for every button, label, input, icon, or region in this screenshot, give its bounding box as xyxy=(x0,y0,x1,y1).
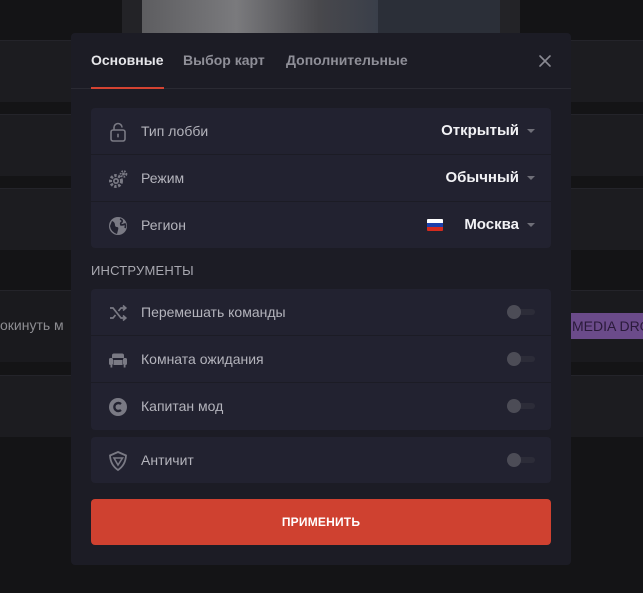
toggle-knob xyxy=(507,399,521,413)
tab-additional[interactable]: Дополнительные xyxy=(286,52,408,89)
tools-section-title: ИНСТРУМЕНТЫ xyxy=(91,263,194,278)
setting-label: Тип лобби xyxy=(141,123,209,139)
tool-waiting-room: Комната ожидания xyxy=(91,336,551,383)
lobby-settings-modal: Основные Выбор карт Дополнительные Тип л… xyxy=(71,33,571,565)
captain-mode-toggle[interactable] xyxy=(507,399,535,413)
tool-captain-mode: Капитан мод xyxy=(91,383,551,430)
setting-label: Регион xyxy=(141,217,186,233)
tool-label: Античит xyxy=(141,452,194,468)
russia-flag-icon xyxy=(427,219,443,231)
chevron-down-icon[interactable] xyxy=(527,223,535,227)
main-settings-section: Тип лобби Открытый Режим Обычный Регион … xyxy=(91,108,551,248)
setting-region[interactable]: Регион Москва xyxy=(91,202,551,249)
globe-icon xyxy=(107,215,129,237)
modal-header: Основные Выбор карт Дополнительные xyxy=(71,33,571,89)
toggle-knob xyxy=(507,453,521,467)
close-icon xyxy=(539,55,551,67)
shuffle-teams-toggle[interactable] xyxy=(507,305,535,319)
gears-icon xyxy=(107,168,129,190)
shield-icon xyxy=(107,450,129,472)
tab-map-selection[interactable]: Выбор карт xyxy=(183,52,265,89)
tool-label: Комната ожидания xyxy=(141,351,264,367)
sofa-icon xyxy=(107,349,129,371)
waiting-room-toggle[interactable] xyxy=(507,352,535,366)
tools-section: Перемешать команды Комната ожидания Капи… xyxy=(91,289,551,430)
captain-icon xyxy=(107,396,129,418)
setting-value[interactable]: Обычный xyxy=(445,169,519,186)
lock-icon xyxy=(107,121,129,143)
background-media-badge: MEDIA DRO xyxy=(568,313,643,339)
setting-value[interactable]: Москва xyxy=(464,216,519,233)
tool-label: Капитан мод xyxy=(141,398,224,414)
setting-mode[interactable]: Режим Обычный xyxy=(91,155,551,202)
chevron-down-icon[interactable] xyxy=(527,176,535,180)
close-button[interactable] xyxy=(537,53,553,69)
anticheat-toggle[interactable] xyxy=(507,453,535,467)
tab-basic[interactable]: Основные xyxy=(91,52,164,89)
tool-shuffle-teams: Перемешать команды xyxy=(91,289,551,336)
toggle-knob xyxy=(507,305,521,319)
background-banner xyxy=(122,0,520,33)
setting-lobby-type[interactable]: Тип лобби Открытый xyxy=(91,108,551,155)
apply-button[interactable]: ПРИМЕНИТЬ xyxy=(91,499,551,545)
background-left-text: окинуть м xyxy=(0,317,64,333)
setting-value[interactable]: Открытый xyxy=(441,122,519,139)
anticheat-section: Античит xyxy=(91,437,551,483)
tool-anticheat: Античит xyxy=(91,437,551,484)
toggle-knob xyxy=(507,352,521,366)
chevron-down-icon[interactable] xyxy=(527,129,535,133)
background-image xyxy=(142,0,378,33)
shuffle-icon xyxy=(107,302,129,324)
setting-label: Режим xyxy=(141,170,185,186)
background-image-dark xyxy=(378,0,500,33)
tool-label: Перемешать команды xyxy=(141,304,286,320)
